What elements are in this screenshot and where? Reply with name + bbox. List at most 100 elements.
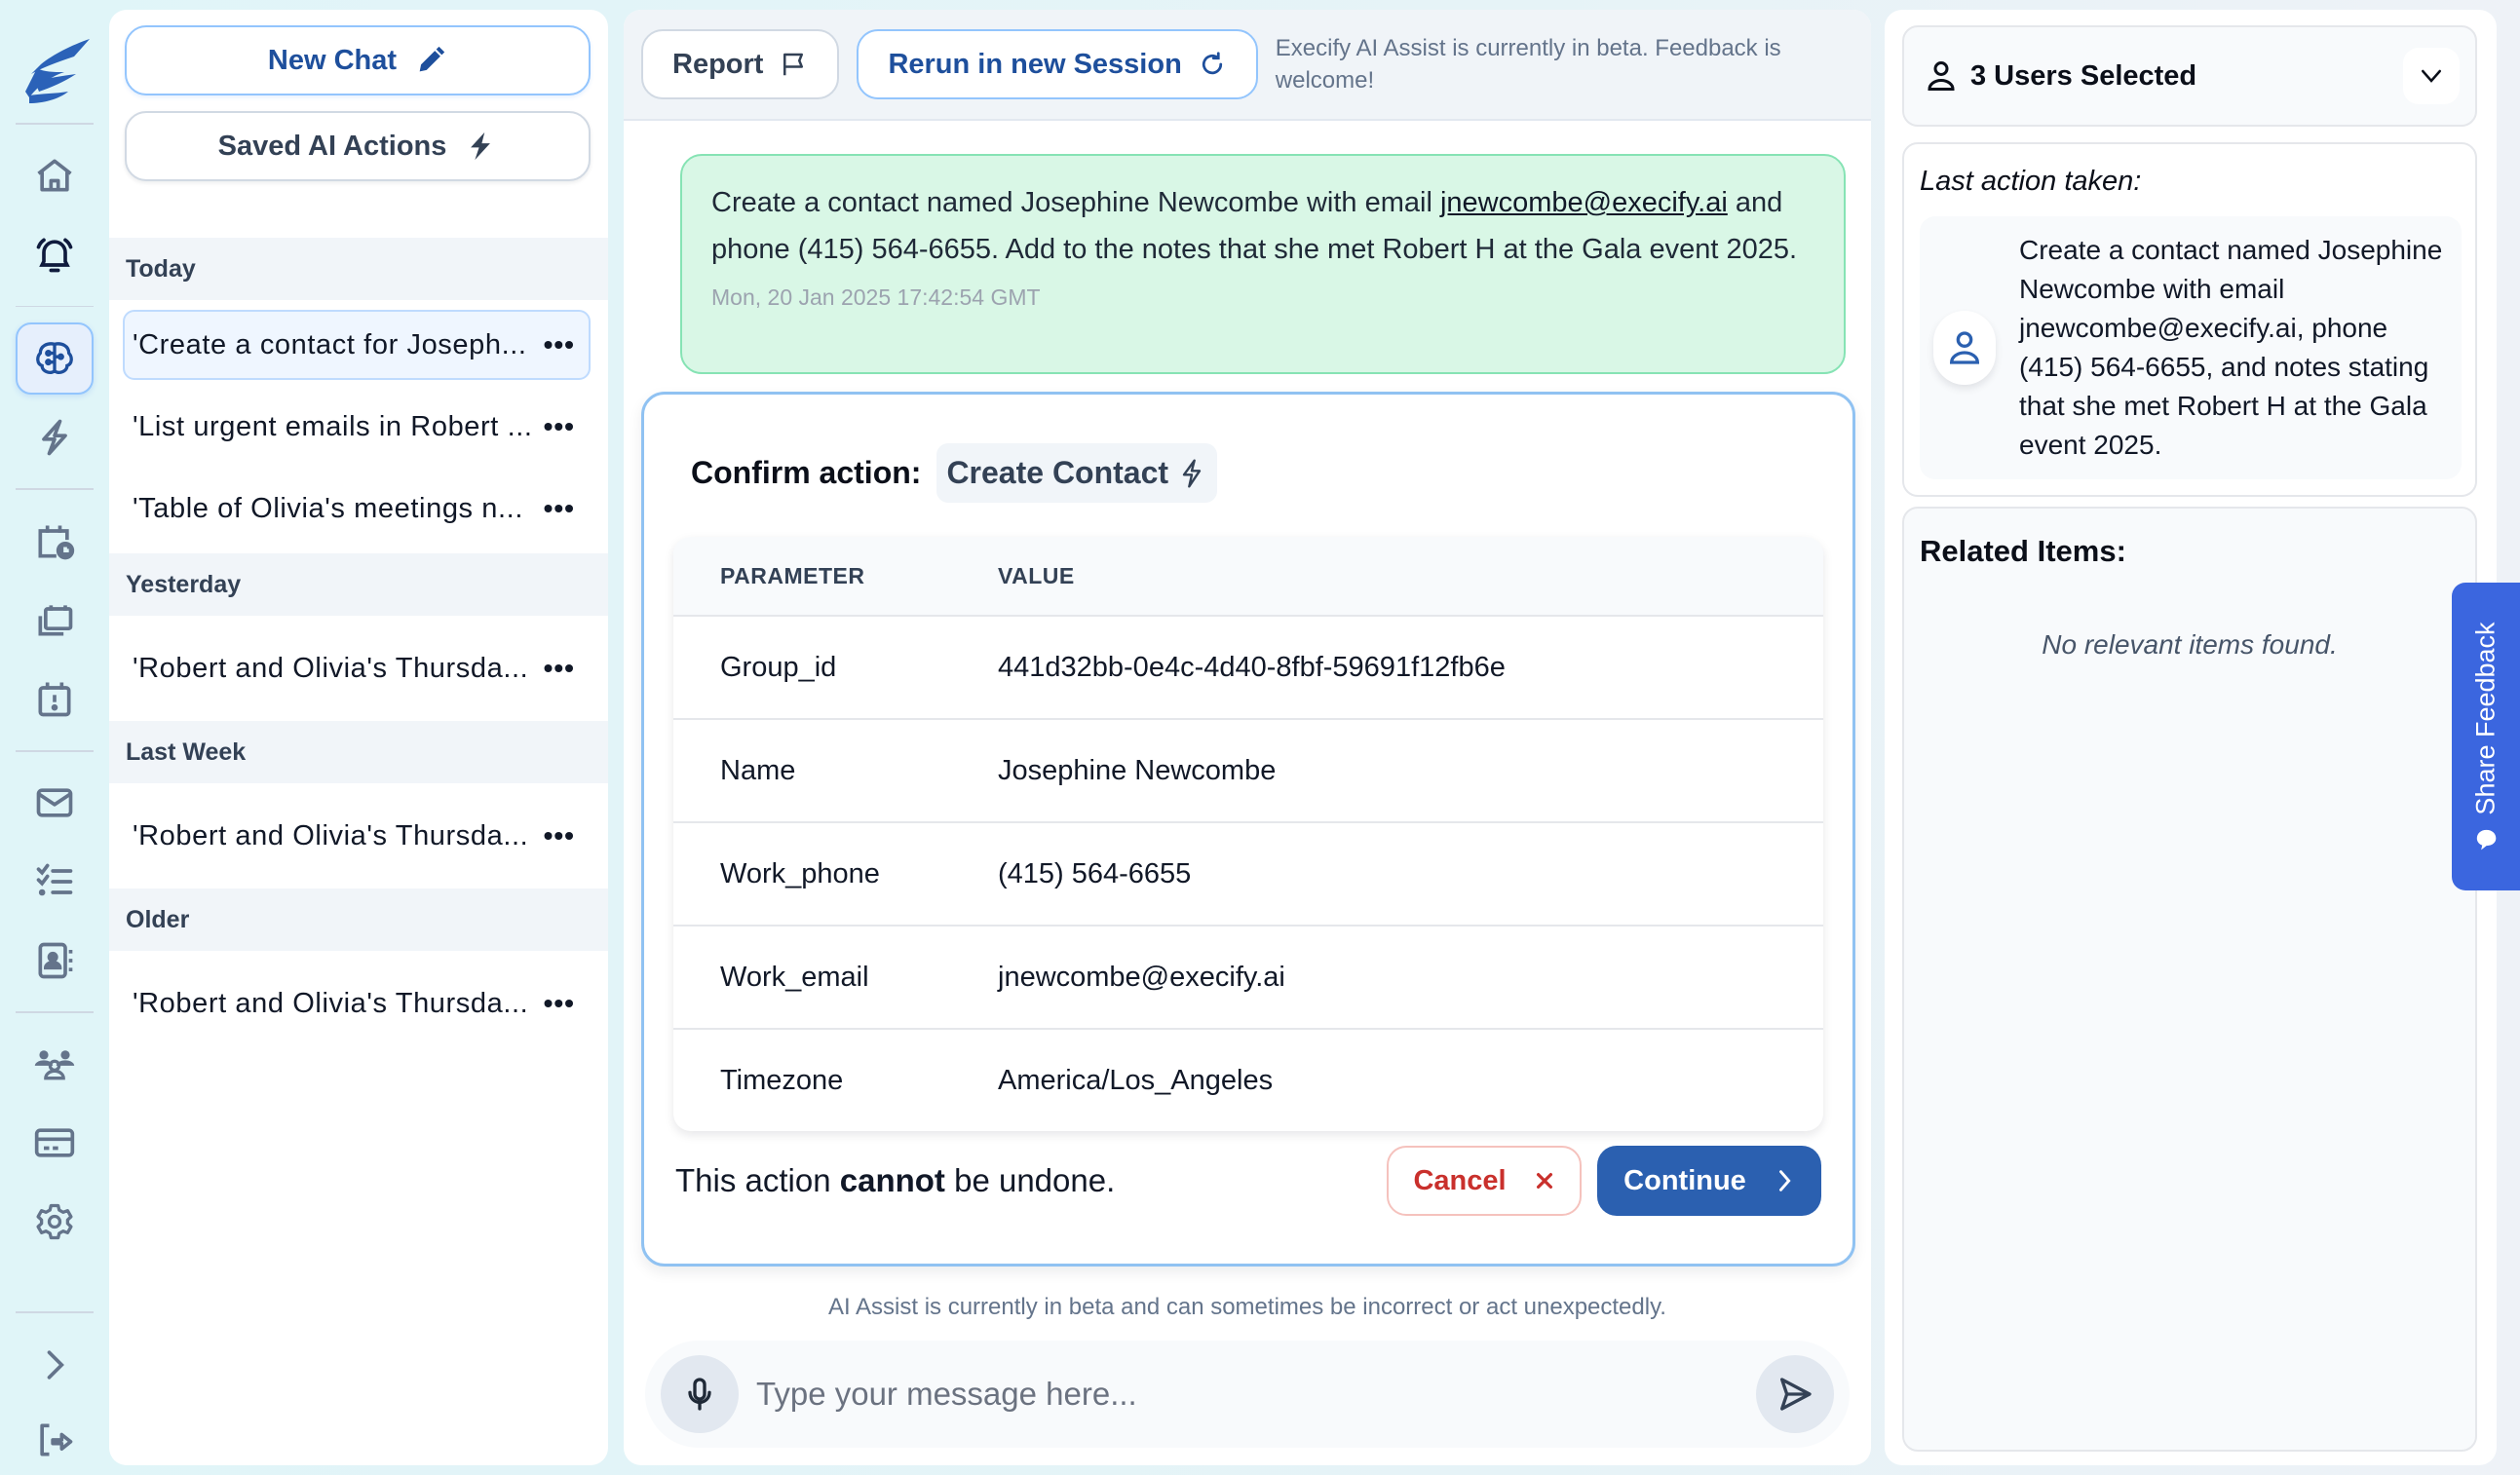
speech-bubble-icon — [2476, 829, 2496, 850]
more-options-icon[interactable]: ••• — [544, 493, 575, 524]
lightning-icon — [471, 132, 491, 161]
email-link[interactable]: jnewcombe@execify.ai — [1440, 187, 1728, 218]
more-options-icon[interactable]: ••• — [544, 329, 575, 360]
chevron-down-icon — [2422, 69, 2441, 83]
parameter-cell: Timezone — [720, 1064, 844, 1096]
parameter-cell: Work_phone — [720, 857, 880, 889]
more-options-icon[interactable]: ••• — [544, 988, 575, 1019]
related-items-empty: No relevant items found. — [2042, 629, 2338, 660]
rail-email[interactable] — [16, 768, 94, 839]
warning-text: be undone. — [944, 1162, 1116, 1198]
related-items-card: Related Items: No relevant items found. — [1902, 507, 2477, 1452]
last-action-text: Create a contact named Josephine Newcomb… — [2019, 235, 2443, 460]
history-item[interactable]: 'Robert and Olivia's Thursda... ••• — [109, 955, 608, 1052]
chat-history-list: Today 'Create a contact for Joseph... ••… — [109, 238, 608, 1052]
logout-icon — [40, 1423, 73, 1456]
parameter-cell: Group_id — [720, 651, 837, 683]
warning-text: This action — [675, 1162, 840, 1198]
wing-logo-icon — [25, 39, 90, 103]
confirm-action-footer: This action cannot be undone. Cancel Con… — [675, 1145, 1821, 1217]
table-row: Timezone America/Los_Angeles — [673, 1028, 1823, 1131]
rail-logout[interactable] — [16, 1404, 94, 1475]
rail-alerts[interactable] — [16, 219, 94, 290]
rail-divider — [16, 1011, 94, 1013]
value-cell: 441d32bb-0e4c-4d40-8fbf-59691f12fb6e — [998, 651, 1506, 683]
rail-calendars[interactable] — [16, 585, 94, 656]
rail-tasks[interactable] — [16, 846, 94, 917]
brain-icon — [36, 342, 73, 374]
parameters-table: PARAMETER VALUE Group_id 441d32bb-0e4c-4… — [673, 537, 1823, 1131]
execify-logo[interactable] — [18, 35, 92, 107]
microphone-icon — [688, 1378, 711, 1411]
rail-ai-assist[interactable] — [16, 322, 94, 395]
rail-divider — [16, 488, 94, 491]
rerun-new-session-button[interactable]: Rerun in new Session — [857, 29, 1258, 99]
contact-book-icon — [38, 942, 73, 979]
calendar-stack-icon — [38, 605, 73, 636]
rail-actions[interactable] — [16, 402, 94, 473]
rail-expand[interactable] — [16, 1329, 94, 1400]
chat-toolbar: Report Rerun in new Session Execify AI A… — [624, 10, 1871, 121]
rail-billing[interactable] — [16, 1108, 94, 1179]
rail-settings[interactable] — [16, 1187, 94, 1258]
message-input[interactable] — [739, 1355, 1756, 1433]
rail-divider — [16, 749, 94, 752]
confirm-action-header: Confirm action: Create Contact — [691, 443, 1218, 503]
users-icon — [34, 1050, 75, 1080]
more-options-icon[interactable]: ••• — [544, 820, 575, 851]
message-composer — [645, 1341, 1850, 1448]
more-options-icon[interactable]: ••• — [544, 653, 575, 684]
table-row: Group_id 441d32bb-0e4c-4d40-8fbf-59691f1… — [673, 615, 1823, 718]
history-group-yesterday: Yesterday — [109, 553, 608, 616]
history-item[interactable]: 'List urgent emails in Robert ... ••• — [109, 386, 608, 468]
action-name-chip: Create Contact — [936, 443, 1218, 503]
close-icon — [1536, 1172, 1552, 1190]
continue-button[interactable]: Continue — [1597, 1146, 1821, 1216]
rail-scheduled-meetings[interactable] — [16, 506, 94, 577]
more-options-icon[interactable]: ••• — [544, 411, 575, 442]
rail-home[interactable] — [16, 140, 94, 211]
report-button[interactable]: Report — [641, 29, 840, 99]
microphone-button[interactable] — [661, 1355, 739, 1433]
rail-urgent-events[interactable] — [16, 663, 94, 735]
table-row: Work_email jnewcombe@execify.ai — [673, 925, 1823, 1028]
lightning-icon — [1182, 458, 1202, 488]
history-item[interactable]: 'Robert and Olivia's Thursda... ••• — [109, 620, 608, 717]
users-selector[interactable]: 3 Users Selected — [1902, 25, 2477, 127]
related-items-heading: Related Items: — [1920, 534, 2126, 568]
value-cell: Josephine Newcombe — [998, 754, 1277, 786]
chat-panel: Report Rerun in new Session Execify AI A… — [624, 10, 1871, 1465]
column-header-parameter: PARAMETER — [720, 562, 865, 588]
user-icon — [1928, 61, 1955, 91]
history-item-title: 'Robert and Olivia's Thursda... — [133, 987, 529, 1019]
history-item[interactable]: 'Create a contact for Joseph... ••• — [109, 304, 608, 386]
message-text-part: Create a contact named Josephine Newcomb… — [711, 187, 1440, 218]
checklist-icon — [36, 863, 73, 896]
history-item[interactable]: 'Table of Olivia's meetings n... ••• — [109, 468, 608, 549]
refresh-icon — [1202, 52, 1222, 75]
history-item-title: 'Robert and Olivia's Thursda... — [133, 652, 529, 684]
table-row: Name Josephine Newcombe — [673, 718, 1823, 821]
history-item-title: 'Robert and Olivia's Thursda... — [133, 819, 529, 851]
last-action-item: Create a contact named Josephine Newcomb… — [1920, 216, 2462, 479]
chat-history-panel: New Chat Saved AI Actions Today 'Create … — [109, 10, 608, 1465]
home-icon — [37, 159, 72, 192]
chevron-right-icon — [47, 1350, 64, 1380]
rail-team[interactable] — [16, 1029, 94, 1100]
users-dropdown-toggle[interactable] — [2403, 48, 2460, 104]
history-item[interactable]: 'Robert and Olivia's Thursda... ••• — [109, 787, 608, 885]
saved-ai-actions-button[interactable]: Saved AI Actions — [125, 111, 591, 181]
calendar-alert-icon — [38, 682, 71, 717]
rail-contacts[interactable] — [16, 925, 94, 996]
new-chat-button[interactable]: New Chat — [125, 25, 591, 95]
share-feedback-tab[interactable]: Share Feedback — [2452, 583, 2520, 890]
parameter-cell: Name — [720, 754, 796, 786]
last-action-heading: Last action taken: — [1920, 166, 2142, 197]
rail-divider — [16, 305, 94, 308]
cancel-button[interactable]: Cancel — [1387, 1146, 1582, 1216]
send-icon — [1780, 1378, 1812, 1411]
lightning-icon — [42, 419, 67, 456]
credit-card-icon — [34, 1128, 75, 1157]
send-button[interactable] — [1756, 1355, 1834, 1433]
saved-ai-actions-label: Saved AI Actions — [217, 130, 447, 162]
